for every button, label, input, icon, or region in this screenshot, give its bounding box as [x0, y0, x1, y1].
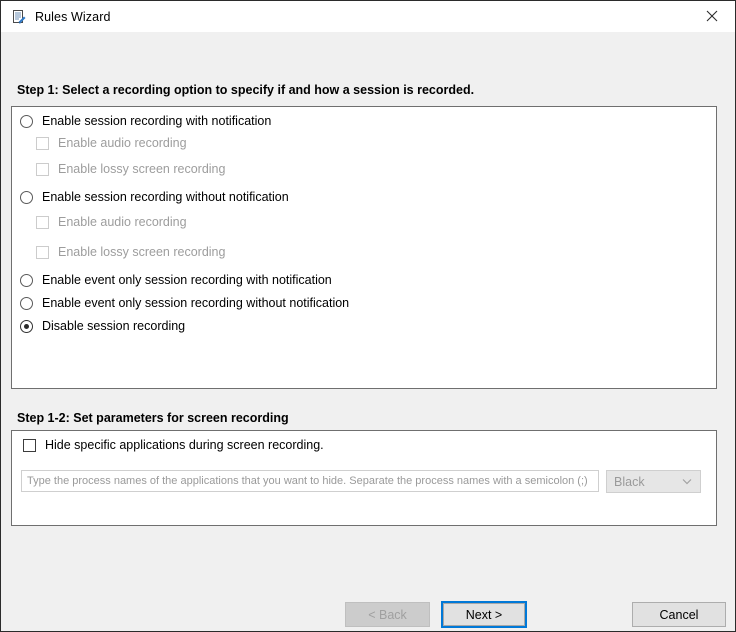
checkbox-label: Enable audio recording	[58, 136, 187, 150]
radio-enable-session-recording-with-notification[interactable]: Enable session recording with notificati…	[20, 112, 271, 130]
title-bar: Rules Wizard	[1, 1, 735, 32]
checkbox-indicator	[23, 439, 36, 452]
checkbox-label: Enable lossy screen recording	[58, 245, 225, 259]
hide-color-value: Black	[607, 475, 678, 489]
checkbox-enable-audio-recording-2[interactable]: Enable audio recording	[36, 213, 187, 231]
rules-document-pen-icon	[11, 9, 27, 25]
chevron-down-icon	[678, 478, 700, 485]
checkbox-hide-specific-applications[interactable]: Hide specific applications during screen…	[23, 436, 324, 454]
radio-label: Enable session recording with notificati…	[42, 114, 271, 128]
checkbox-label: Enable audio recording	[58, 215, 187, 229]
radio-indicator	[20, 320, 33, 333]
window-title: Rules Wizard	[35, 10, 111, 24]
radio-indicator	[20, 297, 33, 310]
close-icon[interactable]	[689, 1, 735, 31]
cancel-button[interactable]: Cancel	[632, 602, 726, 627]
checkbox-label: Enable lossy screen recording	[58, 162, 225, 176]
radio-indicator	[20, 274, 33, 287]
checkbox-enable-lossy-screen-recording-2[interactable]: Enable lossy screen recording	[36, 243, 225, 261]
back-button[interactable]: < Back	[345, 602, 430, 627]
radio-indicator	[20, 191, 33, 204]
rules-wizard-window: Rules Wizard Step 1: Select a recording …	[0, 0, 736, 632]
step-1-2-header: Step 1-2: Set parameters for screen reco…	[17, 411, 289, 425]
radio-label: Disable session recording	[42, 319, 185, 333]
radio-label: Enable event only session recording with…	[42, 296, 349, 310]
process-names-input[interactable]	[21, 470, 599, 492]
wizard-content: Step 1: Select a recording option to spe…	[1, 32, 735, 631]
checkbox-indicator	[36, 216, 49, 229]
radio-label: Enable event only session recording with…	[42, 273, 332, 287]
radio-disable-session-recording[interactable]: Disable session recording	[20, 317, 185, 335]
checkbox-indicator	[36, 163, 49, 176]
checkbox-label: Hide specific applications during screen…	[45, 438, 324, 452]
checkbox-indicator	[36, 137, 49, 150]
radio-enable-session-recording-without-notification[interactable]: Enable session recording without notific…	[20, 188, 289, 206]
checkbox-enable-lossy-screen-recording-1[interactable]: Enable lossy screen recording	[36, 160, 225, 178]
radio-enable-event-only-with-notification[interactable]: Enable event only session recording with…	[20, 271, 332, 289]
checkbox-indicator	[36, 246, 49, 259]
radio-enable-event-only-without-notification[interactable]: Enable event only session recording with…	[20, 294, 349, 312]
hide-color-select[interactable]: Black	[606, 470, 701, 493]
step-1-header: Step 1: Select a recording option to spe…	[17, 83, 474, 97]
next-button[interactable]: Next >	[441, 601, 527, 628]
checkbox-enable-audio-recording-1[interactable]: Enable audio recording	[36, 134, 187, 152]
radio-label: Enable session recording without notific…	[42, 190, 289, 204]
radio-indicator	[20, 115, 33, 128]
